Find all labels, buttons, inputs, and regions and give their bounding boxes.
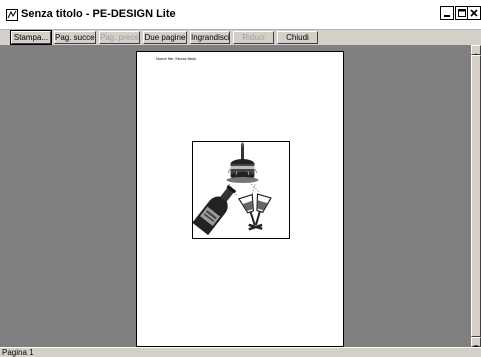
two-pages-button[interactable]: Due pagine — [143, 31, 187, 44]
vertical-scrollbar[interactable] — [471, 45, 481, 349]
next-page-button[interactable]: Pag. succes. — [54, 31, 96, 44]
champagne-glasses-icon — [238, 193, 272, 231]
print-button[interactable]: Stampa... — [10, 30, 52, 45]
scroll-down-button[interactable] — [471, 337, 481, 349]
page-header-text: Nome file: Senza titolo — [156, 56, 197, 61]
close-button[interactable] — [467, 6, 481, 20]
minimize-icon — [444, 15, 450, 17]
close-preview-button[interactable]: Chiudi — [277, 31, 318, 44]
minimize-button[interactable] — [440, 6, 454, 20]
print-preview-window: Senza titolo - PE-DESIGN Lite Stampa... … — [0, 0, 481, 357]
close-icon — [470, 9, 478, 17]
title-bar[interactable]: Senza titolo - PE-DESIGN Lite — [0, 0, 481, 30]
zoom-in-button[interactable]: Ingrandisci — [190, 31, 230, 44]
page-indicator: Pagina 1 — [2, 348, 34, 357]
scroll-up-button[interactable] — [471, 45, 481, 57]
preview-page: Nome file: Senza titolo — [136, 51, 344, 347]
app-icon — [6, 9, 18, 21]
zoom-out-button[interactable]: Riduci — [233, 31, 274, 44]
wine-bottle-icon — [193, 184, 237, 236]
window-title: Senza titolo - PE-DESIGN Lite — [21, 8, 176, 20]
embroidery-design-frame — [192, 141, 290, 239]
cake-icon — [226, 142, 259, 183]
scroll-thumb[interactable] — [471, 55, 481, 337]
status-bar: Pagina 1 — [0, 347, 481, 357]
previous-page-button[interactable]: Pag. preced. — [99, 31, 140, 44]
preview-area[interactable]: Nome file: Senza titolo — [0, 45, 471, 347]
preview-toolbar: Stampa... Pag. succes. Pag. preced. Due … — [0, 30, 481, 45]
